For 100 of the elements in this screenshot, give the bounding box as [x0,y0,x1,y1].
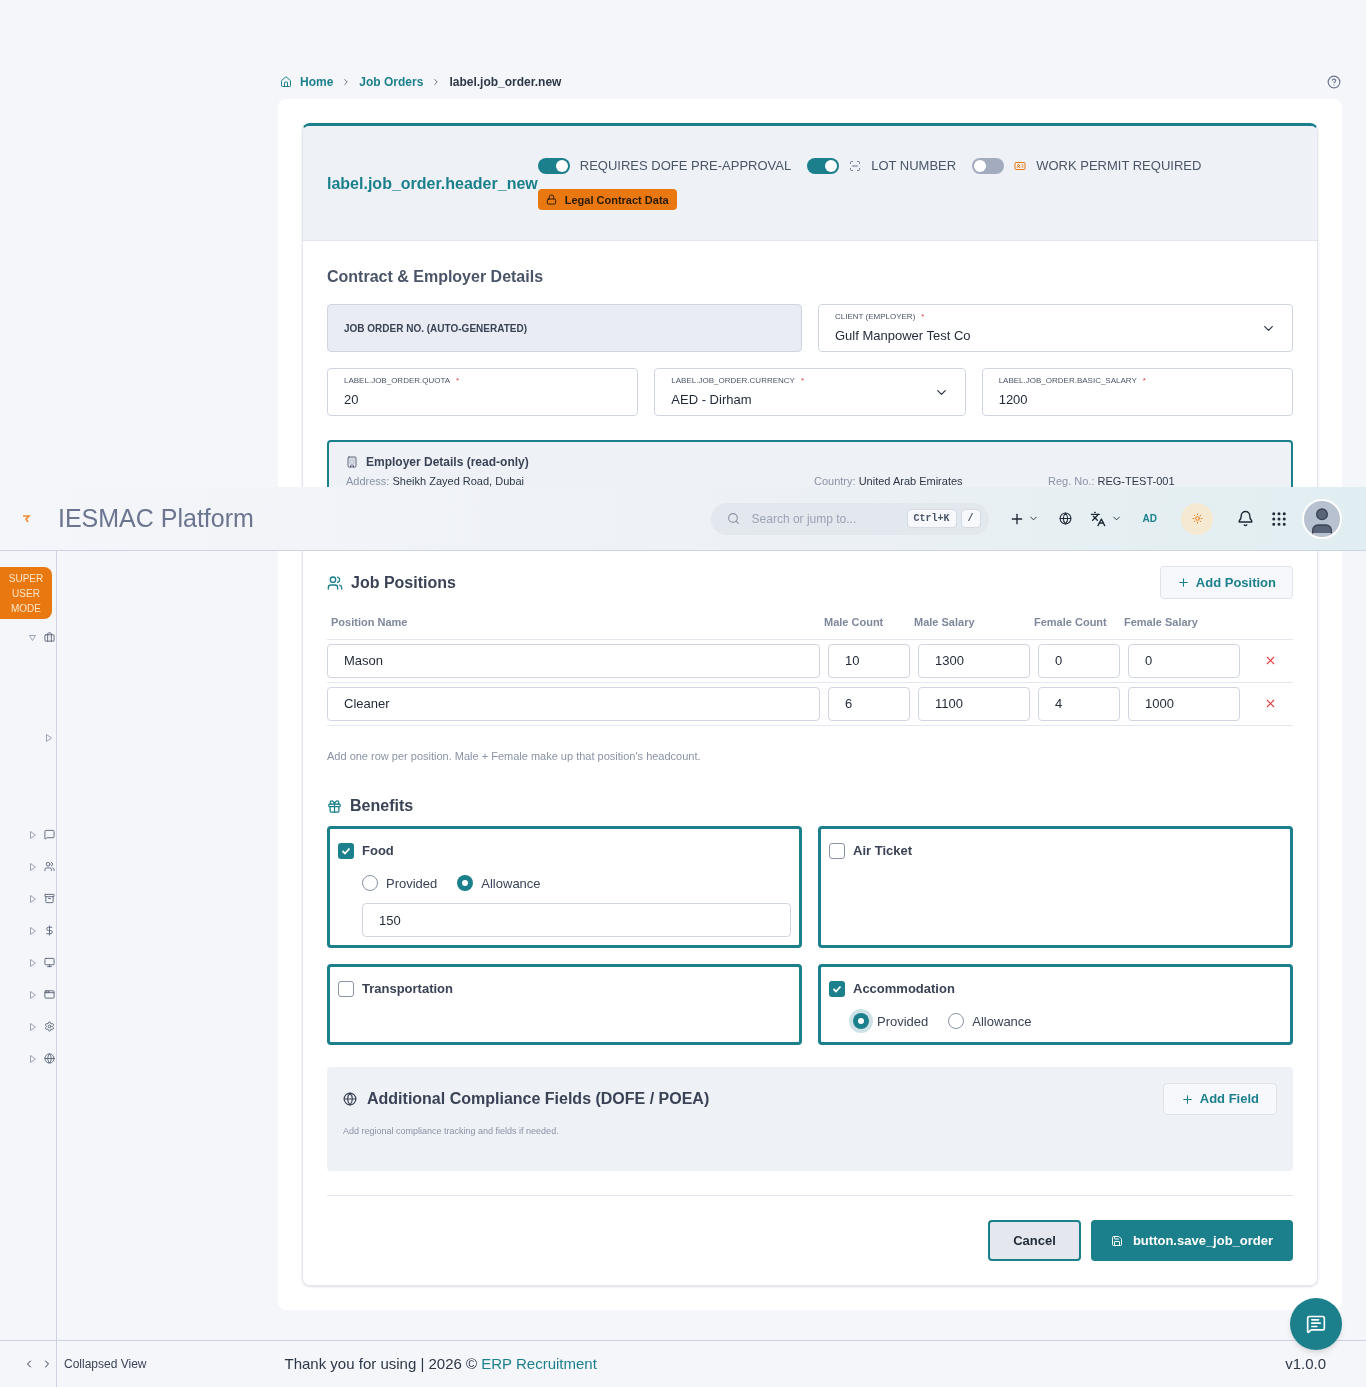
section-title: Additional Compliance Fields (DOFE / POEA) [367,1089,710,1109]
employer-detail: Country: United Arab Emirates [814,474,964,489]
radio-button[interactable] [853,1013,869,1030]
logo-icon [22,514,31,523]
save-button[interactable]: button.save_job_order [1091,1220,1293,1261]
toggle-switch[interactable] [972,157,1005,174]
users-icon [327,574,343,591]
archive-icon[interactable] [44,893,55,904]
add-position-button[interactable]: Add Position [1159,566,1293,599]
user-initials[interactable]: AD [1142,511,1157,526]
column-header: Female Count [1034,615,1108,630]
caret-right-icon[interactable] [29,830,36,839]
required-mark: * [800,374,805,387]
employer-detail: Reg. No.: REG-TEST-001 [1048,474,1176,489]
breadcrumb-current: label.job_order.new [449,73,562,91]
delete-icon[interactable] [1264,654,1277,667]
checkbox[interactable] [338,980,354,997]
field-label: LABEL.JOB_ORDER.QUOTA [344,374,451,387]
version-label: v1.0.0 [1285,1353,1326,1374]
caret-right-icon[interactable] [29,926,36,935]
collapsed-view-label: Collapsed View [64,1356,147,1373]
chat-icon[interactable] [44,829,55,840]
benefit-label: Transportation [362,980,453,998]
user-avatar[interactable] [1302,498,1342,539]
radio-label: Allowance [481,874,541,893]
column-header: Female Salary [1124,615,1199,630]
caret-right-icon[interactable] [29,894,36,903]
caret-down-icon[interactable] [29,633,36,642]
breadcrumb-link[interactable]: Home [300,72,334,91]
column-header: Male Count [824,615,885,630]
toggle-label: REQUIRES DOFE PRE-APPROVAL [579,156,792,175]
field-value: AED - Dirham [671,390,753,409]
briefcase-icon[interactable] [44,632,55,643]
field-label: LABEL.JOB_ORDER.CURRENCY [671,374,795,387]
radio-button[interactable] [362,875,378,892]
search-icon [726,512,740,525]
required-mark: * [456,374,460,387]
lock-icon [545,194,557,206]
caret-right-icon[interactable] [29,1054,36,1063]
required-mark: * [1142,374,1146,387]
help-icon[interactable] [1327,74,1341,89]
theme-toggle[interactable] [1181,502,1213,535]
input-field[interactable]: LABEL.JOB_ORDER.QUOTA * 20 [327,368,639,416]
allowance-amount-field[interactable]: 150 [362,903,791,937]
benefit-label: Air Ticket [853,842,912,860]
caret-right-icon[interactable] [29,990,36,999]
number-field[interactable]: 1000 [1128,686,1240,721]
toggle-switch[interactable] [537,157,570,174]
search-field[interactable]: Search or jump to... Ctrl+K / [710,502,989,535]
number-field[interactable]: 10 [828,643,910,678]
number-field[interactable]: 0 [1038,643,1120,678]
compliance-hint: Add regional compliance tracking and fields if needed. [343,1125,560,1138]
section-title: Contract & Employer Details [327,267,545,287]
users-icon[interactable] [44,861,55,872]
section-title: Benefits [350,796,414,816]
scan-icon [849,159,862,172]
breadcrumb-link[interactable]: Job Orders [359,72,424,91]
monitor-icon[interactable] [44,957,55,968]
cancel-button[interactable]: Cancel [988,1220,1081,1261]
caret-right-icon[interactable] [29,1022,36,1031]
required-mark: * [921,310,925,323]
check-icon [341,845,351,856]
chat-button[interactable] [1290,1298,1342,1350]
input-field[interactable]: LABEL.JOB_ORDER.BASIC_SALARY * 1200 [981,368,1293,416]
caret-right-icon[interactable] [29,862,36,871]
toggle-switch[interactable] [807,157,840,174]
app-title: IESMAC Platform [58,502,254,534]
home-icon[interactable] [280,75,292,88]
caret-right-icon[interactable] [45,733,52,742]
check-icon [832,983,842,994]
settings-icon[interactable] [44,1021,55,1032]
select-field[interactable]: CLIENT (EMPLOYER) * Gulf Manpower Test Co [818,304,1293,352]
footer-text: Thank you for using | 2026 © ERP Recruitment [284,1353,597,1374]
dollar-icon[interactable] [44,925,55,936]
field-value: 1200 [998,390,1029,409]
checkbox[interactable] [829,842,845,859]
number-field[interactable]: 6 [828,686,910,721]
caret-right-icon[interactable] [29,958,36,967]
radio-button[interactable] [457,875,474,892]
checkbox[interactable] [338,842,354,859]
add-field-button[interactable]: Add Field [1162,1083,1277,1115]
shortcut-key: / [960,509,981,528]
delete-icon[interactable] [1264,697,1277,710]
apps-grid-icon[interactable] [1270,509,1288,528]
radio-button[interactable] [948,1013,965,1030]
window-icon[interactable] [44,989,55,1000]
number-field[interactable]: 1100 [918,686,1030,721]
position-name-field[interactable]: Mason [327,643,820,678]
position-name-field[interactable]: Cleaner [327,686,820,721]
footer-link[interactable]: ERP Recruitment [481,1354,597,1372]
plus-icon [1176,576,1190,589]
select-field[interactable]: LABEL.JOB_ORDER.CURRENCY * AED - Dirham [654,368,966,416]
checkbox[interactable] [829,980,845,997]
translate-icon[interactable] [1089,510,1106,527]
bell-icon[interactable] [1237,510,1254,527]
field-label: JOB ORDER NO. (AUTO-GENERATED) [344,321,527,336]
number-field[interactable]: 0 [1128,643,1240,678]
number-field[interactable]: 1300 [918,643,1030,678]
number-field[interactable]: 4 [1038,686,1120,721]
globe-icon[interactable] [1058,512,1072,525]
